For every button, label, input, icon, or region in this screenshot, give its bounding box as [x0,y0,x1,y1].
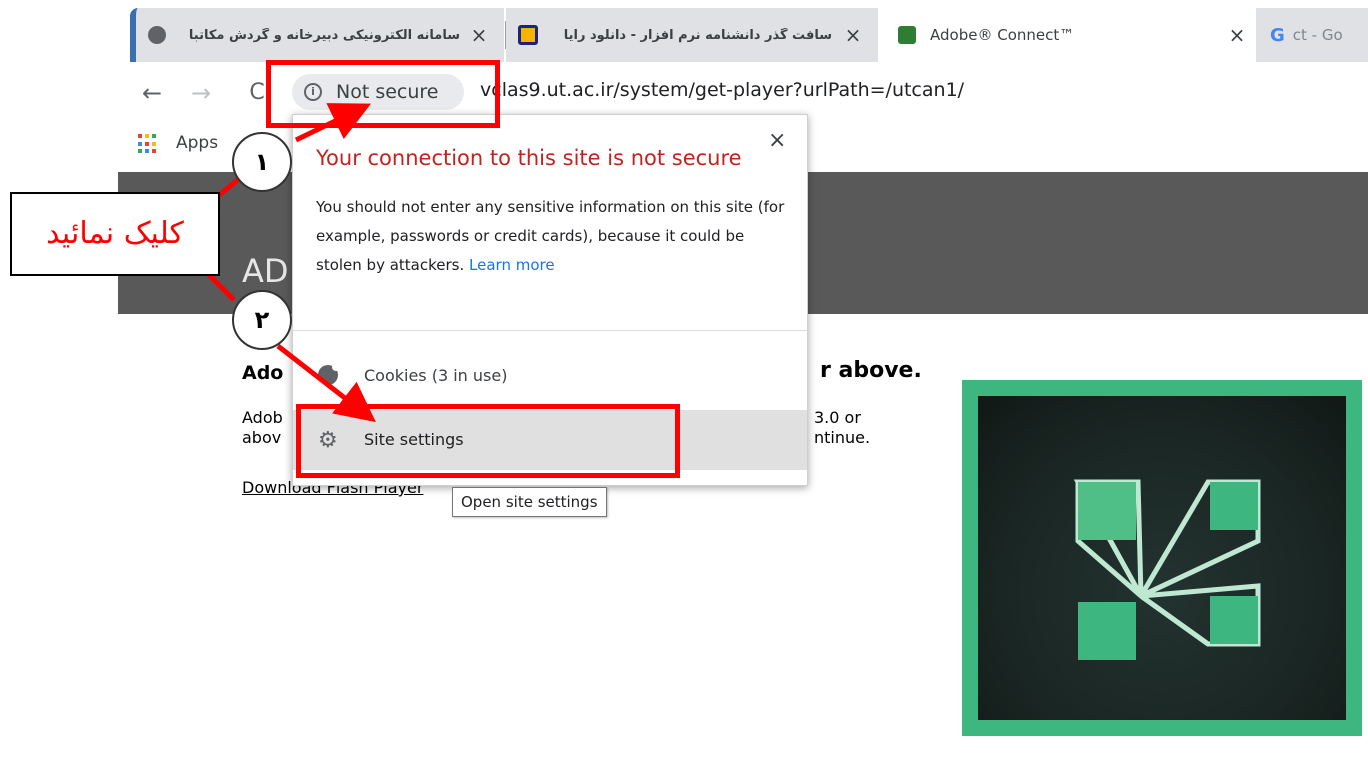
flash-heading-start: Ado [242,362,284,384]
back-arrow-icon[interactable]: ← [137,78,167,108]
softgozar-favicon-icon [518,25,538,45]
flash-heading-end: r above. [820,358,922,383]
popup-title: Your connection to this site is not secu… [316,146,742,170]
learn-more-link[interactable]: Learn more [469,256,555,274]
apps-bookmark[interactable]: Apps [176,133,218,153]
tab-title: ct - Go [1292,26,1343,44]
tab-title: سافت گذر دانشنامه نرم افزار - دانلود رای… [563,27,832,43]
forward-arrow-icon[interactable]: → [186,78,216,108]
popup-close-icon[interactable]: × [768,128,786,153]
flash-body-end-2: ntinue. [814,428,871,447]
popup-description: You should not enter any sensitive infor… [316,193,786,280]
tab-title: Adobe® Connect™ [930,26,1075,44]
highlight-box-not-secure [266,60,500,128]
tab-close-icon[interactable]: × [466,23,492,47]
tab-softgozar[interactable]: سافت گذر دانشنامه نرم افزار - دانلود رای… [506,8,878,62]
tab-adobe-connect[interactable]: Adobe® Connect™ × [878,8,1254,62]
tab-close-icon[interactable]: × [840,23,866,47]
adobe-connect-logo [962,380,1362,736]
page-header-text: AD [242,252,289,290]
tab-correspondence[interactable]: سامانه الکترونیکی دبیرخانه و گردش مکاتبا… [130,8,504,62]
popup-divider [292,330,808,331]
click-instruction-callout: کلیک نمائید [10,192,220,276]
tab-title: سامانه الکترونیکی دبیرخانه و گردش مکاتبا [188,27,460,43]
chrome-favicon-icon [148,26,166,44]
step-2-badge: ۲ [232,290,292,350]
cookies-row[interactable]: Cookies (3 in use) [318,363,508,385]
adobe-connect-favicon-icon [898,26,916,44]
flash-body-start-1: Adob [242,408,283,427]
flash-body-end-1: 3.0 or [814,408,861,427]
cookie-icon [318,363,340,385]
tab-close-icon[interactable]: × [1224,23,1250,47]
highlight-box-site-settings [296,404,680,478]
apps-grid-icon[interactable] [138,134,158,154]
flash-body-start-2: abov [242,428,282,447]
google-favicon-icon: G [1270,24,1285,46]
tooltip: Open site settings [452,487,607,517]
cookies-label: Cookies (3 in use) [364,365,508,385]
address-bar-url[interactable]: vclas9.ut.ac.ir/system/get-player?urlPat… [480,79,964,101]
step-1-badge: ۱ [232,132,292,192]
tab-google[interactable]: G ct - Go [1256,8,1368,62]
adobe-connect-mark-icon [1073,479,1261,660]
